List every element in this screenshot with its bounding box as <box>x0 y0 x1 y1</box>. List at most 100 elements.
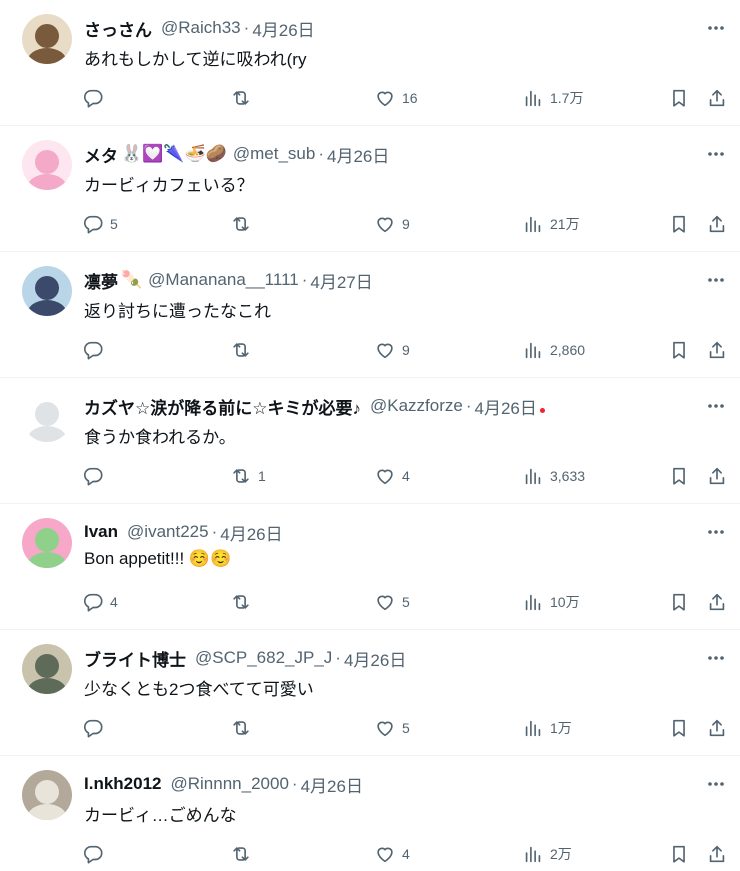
user-handle[interactable]: @met_sub <box>233 144 315 164</box>
views-button[interactable]: 1万 <box>522 716 572 740</box>
avatar[interactable] <box>22 518 72 568</box>
reply-button[interactable] <box>82 464 110 488</box>
more-button[interactable] <box>706 522 726 542</box>
reply-button[interactable]: 4 <box>82 590 118 614</box>
analytics-icon <box>525 720 541 737</box>
share-button[interactable] <box>706 716 728 740</box>
display-name[interactable]: 凛夢 <box>84 268 118 292</box>
views-button[interactable]: 3,633 <box>522 464 585 488</box>
bookmark-button[interactable] <box>668 464 690 488</box>
views-button[interactable]: 21万 <box>522 212 580 236</box>
share-button[interactable] <box>706 842 728 866</box>
display-name[interactable]: Ivan <box>84 522 118 542</box>
tweet-date[interactable]: 4月27日 <box>310 268 372 292</box>
retweet-button[interactable]: 1 <box>230 464 266 488</box>
tweet-header: Ivan @ivant225 · 4月26日 <box>84 520 690 544</box>
bookmark-button[interactable] <box>668 590 690 614</box>
avatar[interactable] <box>22 644 72 694</box>
reply-button[interactable] <box>82 842 110 866</box>
like-button[interactable]: 16 <box>374 86 418 110</box>
user-handle[interactable]: @Kazzforze <box>370 396 463 416</box>
user-handle[interactable]: @ivant225 <box>127 522 209 542</box>
reply-button[interactable] <box>82 86 110 110</box>
view-count: 10万 <box>550 594 580 610</box>
more-button[interactable] <box>706 144 726 164</box>
share-button[interactable] <box>706 590 728 614</box>
tweet[interactable]: I.nkh2012 @Rinnnn_2000 · 4月26日 カービィ…ごめんな <box>0 756 740 871</box>
like-button[interactable]: 9 <box>374 212 410 236</box>
separator-dot: · <box>243 18 250 37</box>
action-bar: 9 2,860 <box>82 338 728 362</box>
share-button[interactable] <box>706 86 728 110</box>
reply-icon <box>84 845 103 864</box>
views-button[interactable]: 10万 <box>522 590 580 614</box>
like-button[interactable]: 5 <box>374 590 410 614</box>
avatar[interactable] <box>22 770 72 820</box>
heart-icon <box>377 595 393 611</box>
action-bar: 1 4 3,633 <box>82 464 728 488</box>
separator-dot: · <box>291 774 298 793</box>
retweet-button[interactable] <box>230 86 258 110</box>
avatar[interactable] <box>22 392 72 442</box>
share-icon <box>709 593 725 611</box>
display-name[interactable]: ブライト博士 <box>84 646 186 670</box>
like-button[interactable]: 4 <box>374 842 410 866</box>
reply-button[interactable] <box>82 338 110 362</box>
tweet[interactable]: メタ 🐰💟🌂🍜🥔 @met_sub · 4月26日 カービィカフェいる？ 5 9… <box>0 126 740 252</box>
tweet-date[interactable]: 4月26日 <box>301 772 363 796</box>
tweet-date[interactable]: 4月26日 <box>252 16 314 40</box>
share-button[interactable] <box>706 338 728 362</box>
reply-button[interactable] <box>82 716 110 740</box>
share-button[interactable] <box>706 212 728 236</box>
retweet-button[interactable] <box>230 716 258 740</box>
heart-icon <box>377 217 393 233</box>
like-button[interactable]: 9 <box>374 338 410 362</box>
tweet[interactable]: Ivan @ivant225 · 4月26日 Bon appetit!!! ☺️… <box>0 504 740 630</box>
user-handle[interactable]: @SCP_682_JP_J <box>195 648 332 668</box>
more-button[interactable] <box>706 396 726 416</box>
tweet-date[interactable]: 4月26日 <box>327 142 389 166</box>
retweet-button[interactable] <box>230 590 258 614</box>
views-button[interactable]: 2万 <box>522 842 572 866</box>
bookmark-button[interactable] <box>668 212 690 236</box>
retweet-button[interactable] <box>230 842 258 866</box>
avatar[interactable] <box>22 266 72 316</box>
bookmark-button[interactable] <box>668 716 690 740</box>
retweet-button[interactable] <box>230 338 258 362</box>
avatar[interactable] <box>22 140 72 190</box>
user-handle[interactable]: @Rinnnn_2000 <box>171 774 289 794</box>
tweet-date[interactable]: 4月26日 <box>344 646 406 670</box>
tweet[interactable]: 凛夢 🍡 @Mananana__1111 · 4月27日 返り討ちに遭ったなこれ <box>0 252 740 378</box>
more-button[interactable] <box>706 270 726 290</box>
share-button[interactable] <box>706 464 728 488</box>
like-button[interactable]: 4 <box>374 464 410 488</box>
display-name[interactable]: さっさん <box>84 16 152 40</box>
like-button[interactable]: 5 <box>374 716 410 740</box>
user-handle[interactable]: @Raich33 <box>161 18 241 38</box>
more-button[interactable] <box>706 648 726 668</box>
bookmark-button[interactable] <box>668 86 690 110</box>
bookmark-button[interactable] <box>668 842 690 866</box>
views-button[interactable]: 2,860 <box>522 338 585 362</box>
tweet-date[interactable]: 4月26日 <box>475 394 537 418</box>
avatar-image <box>22 518 72 568</box>
like-count: 4 <box>402 468 410 484</box>
tweet[interactable]: ブライト博士 @SCP_682_JP_J · 4月26日 少なくとも2つ食べてて… <box>0 630 740 756</box>
user-handle[interactable]: @Mananana__1111 <box>148 270 299 290</box>
avatar-image <box>22 14 72 64</box>
retweet-button[interactable] <box>230 212 258 236</box>
display-name[interactable]: カズヤ☆涙が降る前に☆キミが必要♪ <box>84 394 361 418</box>
tweet-date[interactable]: 4月26日 <box>220 520 282 544</box>
reply-button[interactable]: 5 <box>82 212 118 236</box>
avatar[interactable] <box>22 14 72 64</box>
views-button[interactable]: 1.7万 <box>522 86 583 110</box>
more-button[interactable] <box>706 774 726 794</box>
display-name[interactable]: I.nkh2012 <box>84 774 162 794</box>
bookmark-button[interactable] <box>668 338 690 362</box>
tweet[interactable]: カズヤ☆涙が降る前に☆キミが必要♪ @Kazzforze · 4月26日 食うか… <box>0 378 740 504</box>
tweet[interactable]: さっさん @Raich33 · 4月26日 あれもしかして逆に吸われ(ry 16… <box>0 0 740 126</box>
tweet-header: カズヤ☆涙が降る前に☆キミが必要♪ @Kazzforze · 4月26日 <box>84 394 690 418</box>
display-name[interactable]: メタ <box>84 142 118 166</box>
retweet-icon <box>233 595 249 609</box>
more-button[interactable] <box>706 18 726 38</box>
